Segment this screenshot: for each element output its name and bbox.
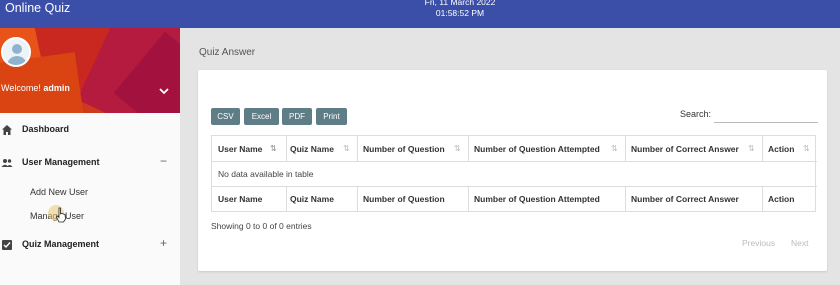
column-divider xyxy=(625,186,626,212)
sort-active-icon[interactable]: ⇅ xyxy=(270,144,277,153)
search-label: Search: xyxy=(680,109,712,119)
footer-header-number-of-correct-answer: Number of Correct Answer xyxy=(631,194,739,204)
column-header-number-of-question-attempted[interactable]: Number of Question Attempted xyxy=(474,144,600,154)
chevron-down-icon[interactable] xyxy=(158,85,170,97)
table-divider xyxy=(212,161,817,162)
footer-header-user-name: User Name xyxy=(218,194,263,204)
sidebar-item-user-management[interactable]: User Management − xyxy=(0,152,180,174)
csv-button[interactable]: CSV xyxy=(211,108,240,125)
sidebar-item-quiz-management[interactable]: Quiz Management + xyxy=(0,234,180,256)
sort-icon[interactable]: ⇅ xyxy=(611,144,618,153)
column-header-number-of-correct-answer[interactable]: Number of Correct Answer xyxy=(631,144,739,154)
column-divider xyxy=(468,186,469,212)
sidebar: Welcome! admin Dashboard User Management… xyxy=(0,28,180,285)
column-divider xyxy=(762,136,763,161)
column-divider xyxy=(468,136,469,161)
current-time: 01:58:52 PM xyxy=(435,8,485,18)
column-divider xyxy=(286,136,287,161)
sidebar-item-label: User Management xyxy=(22,157,100,167)
sort-icon[interactable]: ⇅ xyxy=(803,144,810,153)
checkbox-icon xyxy=(2,240,12,250)
column-divider xyxy=(357,186,358,212)
column-header-number-of-question[interactable]: Number of Question xyxy=(363,144,445,154)
expand-icon[interactable]: + xyxy=(160,236,167,250)
hand-cursor-icon xyxy=(56,207,66,223)
top-bar: Online Quiz Fri, 11 March 2022 01:58:52 … xyxy=(0,0,840,28)
sidebar-item-dashboard[interactable]: Dashboard xyxy=(0,119,180,141)
search-input[interactable] xyxy=(714,107,818,123)
welcome-text: Welcome! admin xyxy=(1,83,70,93)
people-icon xyxy=(1,159,13,167)
column-header-user-name[interactable]: User Name xyxy=(218,144,262,154)
home-icon xyxy=(2,125,12,135)
column-divider xyxy=(357,136,358,161)
column-header-quiz-name[interactable]: Quiz Name xyxy=(290,144,334,154)
avatar-head xyxy=(12,44,22,54)
avatar[interactable] xyxy=(1,37,31,67)
current-date: Fri, 11 March 2022 xyxy=(424,0,496,7)
empty-table-message: No data available in table xyxy=(218,169,314,179)
print-button[interactable]: Print xyxy=(316,108,347,125)
datetime: Fri, 11 March 2022 01:58:52 PM xyxy=(0,0,840,19)
collapse-icon[interactable]: − xyxy=(160,154,167,168)
footer-header-action: Action xyxy=(768,194,795,204)
column-header-action[interactable]: Action xyxy=(768,144,794,154)
footer-header-number-of-question: Number of Question xyxy=(363,194,445,204)
column-divider xyxy=(762,186,763,212)
sort-icon[interactable]: ⇅ xyxy=(343,144,350,153)
page-title: Quiz Answer xyxy=(199,47,256,58)
welcome-prefix: Welcome! xyxy=(1,83,41,93)
sidebar-item-label: Quiz Management xyxy=(22,239,100,249)
previous-button[interactable]: Previous xyxy=(742,238,775,248)
sidebar-subitem-add-new-user[interactable]: Add New User xyxy=(30,187,88,197)
table-divider xyxy=(212,186,817,187)
excel-button[interactable]: Excel xyxy=(244,108,279,125)
data-table: User Name Quiz Name Number of Question N… xyxy=(211,135,817,212)
next-button[interactable]: Next xyxy=(791,238,808,248)
sort-icon[interactable]: ⇅ xyxy=(748,144,755,153)
footer-header-number-of-question-attempted: Number of Question Attempted xyxy=(474,194,600,204)
column-divider xyxy=(625,136,626,161)
profile-panel: Welcome! admin xyxy=(0,28,180,113)
sidebar-item-label: Dashboard xyxy=(22,124,70,134)
pdf-button[interactable]: PDF xyxy=(282,108,312,125)
sort-icon[interactable]: ⇅ xyxy=(454,144,461,153)
footer-header-quiz-name: Quiz Name xyxy=(290,194,334,204)
column-divider xyxy=(286,186,287,212)
welcome-username: admin xyxy=(43,83,70,93)
table-info: Showing 0 to 0 of 0 entries xyxy=(211,221,312,231)
